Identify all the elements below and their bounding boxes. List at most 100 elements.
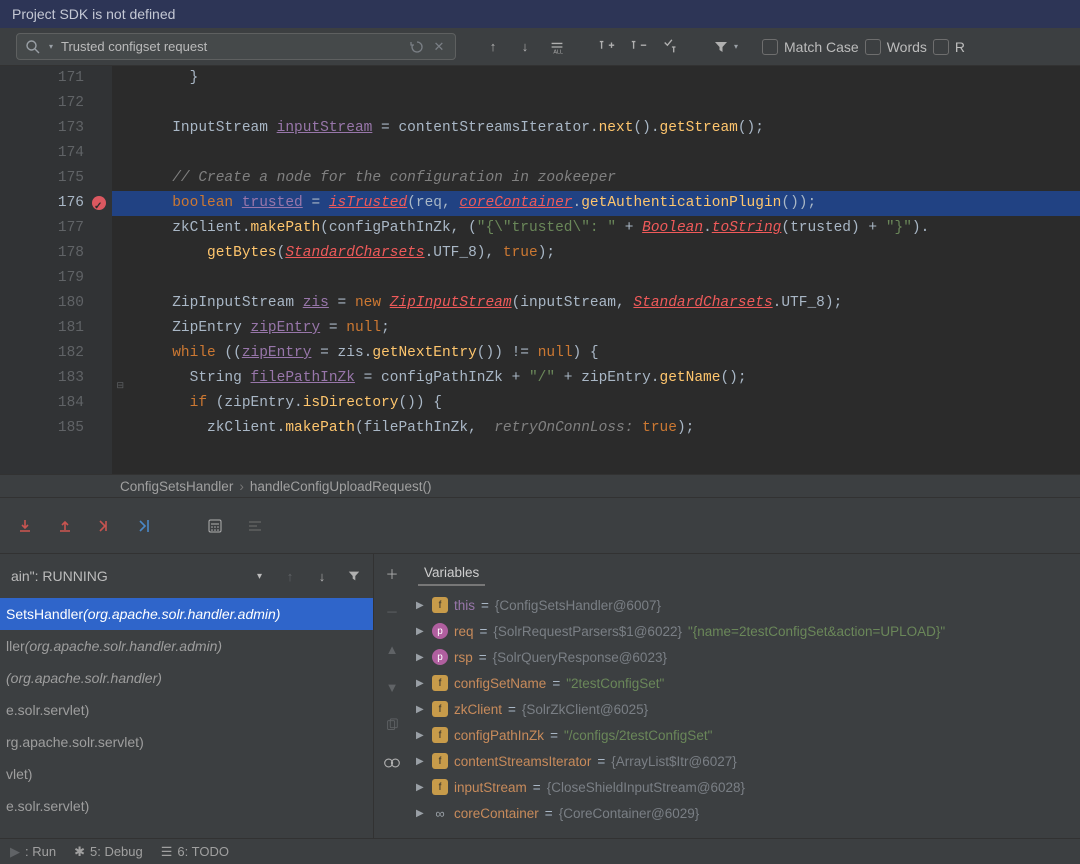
code-line[interactable] [112,91,1080,116]
code-line[interactable] [112,266,1080,291]
line-number[interactable]: 171 [0,66,84,91]
regex-checkbox[interactable]: R [933,39,965,55]
code-line[interactable]: // Create a node for the configuration i… [112,166,1080,191]
remove-selection-button[interactable] [626,34,652,60]
line-number[interactable]: 179 [0,266,84,291]
list-icon: ☰ [161,844,173,860]
frame-down-button[interactable]: ↓ [309,563,335,589]
select-all-button[interactable]: ALL [544,34,570,60]
code-line[interactable]: zkClient.makePath(configPathInZk, ("{\"t… [112,216,1080,241]
expand-icon[interactable]: ▶ [416,756,426,767]
frame-row[interactable]: (org.apache.solr.handler) [0,662,373,694]
variables-tab[interactable]: Variables [410,554,1080,586]
code-line[interactable]: boolean trusted = isTrusted(req, coreCon… [112,191,1080,216]
line-number[interactable]: 185 [0,416,84,441]
variable-row[interactable]: ▶f inputStream = {CloseShieldInputStream… [410,774,1080,800]
code-line[interactable] [112,141,1080,166]
frame-row[interactable]: SetsHandler (org.apache.solr.handler.adm… [0,598,373,630]
run-to-cursor-icon[interactable] [134,515,156,537]
history-icon[interactable] [409,39,425,55]
chevron-down-icon[interactable]: ▾ [47,39,55,55]
editor-code[interactable]: } InputStream inputStream = contentStrea… [112,66,1080,474]
line-number[interactable]: 182 [0,341,84,366]
frame-row[interactable]: e.solr.servlet) [0,790,373,822]
line-number[interactable]: 173 [0,116,84,141]
variable-row[interactable]: ▶f configSetName = "2testConfigSet" [410,670,1080,696]
add-watch-button[interactable]: ＋ [379,560,405,586]
expand-icon[interactable]: ▶ [416,808,426,819]
thread-selector[interactable]: ain": RUNNING ▾ [6,562,271,590]
frames-list[interactable]: SetsHandler (org.apache.solr.handler.adm… [0,598,373,822]
line-number[interactable]: 180 [0,291,84,316]
variable-row[interactable]: ▶f contentStreamsIterator = {ArrayList$I… [410,748,1080,774]
variables-panel: ＋ － ▲ ▼ Variables ▶f this = {ConfigSetsH… [374,554,1080,838]
expand-icon[interactable]: ▶ [416,626,426,637]
code-line[interactable]: } [112,66,1080,91]
select-all-occurrences-button[interactable] [658,34,684,60]
code-line[interactable]: zkClient.makePath(filePathInZk, retryOnC… [112,416,1080,441]
expand-icon[interactable]: ▶ [416,730,426,741]
add-selection-button[interactable] [594,34,620,60]
variables-list[interactable]: ▶f this = {ConfigSetsHandler@6007}▶p req… [410,586,1080,826]
variable-row[interactable]: ▶p req = {SolrRequestParsers$1@6022} "{n… [410,618,1080,644]
step-out-icon[interactable] [54,515,76,537]
frame-up-button[interactable]: ↑ [277,563,303,589]
editor-breadcrumb[interactable]: ConfigSetsHandler › handleConfigUploadRe… [0,474,1080,498]
variable-row[interactable]: ▶p rsp = {SolrQueryResponse@6023} [410,644,1080,670]
prev-occurrence-button[interactable]: ↑ [480,34,506,60]
code-line[interactable]: getBytes(StandardCharsets.UTF_8), true); [112,241,1080,266]
code-line[interactable]: InputStream inputStream = contentStreams… [112,116,1080,141]
chevron-down-icon[interactable]: ▾ [734,42,738,51]
calculator-icon[interactable] [204,515,226,537]
todo-tab[interactable]: ☰6: TODO [161,844,229,860]
code-line[interactable]: String filePathInZk = configPathInZk + "… [112,366,1080,391]
variable-row[interactable]: ▶f configPathInZk = "/configs/2testConfi… [410,722,1080,748]
variable-row[interactable]: ▶∞ coreContainer = {CoreContainer@6029} [410,800,1080,826]
next-occurrence-button[interactable]: ↓ [512,34,538,60]
remove-watch-button: － [379,598,405,624]
bug-icon: ✱ [74,844,85,860]
variable-row[interactable]: ▶f this = {ConfigSetsHandler@6007} [410,592,1080,618]
line-number[interactable]: 175 [0,166,84,191]
search-box[interactable]: ▾ ✕ [16,33,456,60]
clear-search-icon[interactable]: ✕ [431,39,447,55]
search-input[interactable] [61,39,403,54]
line-number[interactable]: 177 [0,216,84,241]
code-line[interactable]: while ((zipEntry = zis.getNextEntry()) !… [112,341,1080,366]
code-line[interactable]: if (zipEntry.isDirectory()) { [112,391,1080,416]
expand-icon[interactable]: ▶ [416,782,426,793]
frame-row[interactable]: ller (org.apache.solr.handler.admin) [0,630,373,662]
frame-row[interactable]: vlet) [0,758,373,790]
run-tab[interactable]: ▶: Run [10,844,56,860]
frame-filter-button[interactable] [341,563,367,589]
frame-row[interactable]: e.solr.servlet) [0,694,373,726]
expand-icon[interactable]: ▶ [416,652,426,663]
line-number[interactable]: 184 [0,391,84,416]
breadcrumb-method[interactable]: handleConfigUploadRequest() [250,479,432,494]
line-number[interactable]: 178 [0,241,84,266]
line-number[interactable]: 176 [0,191,84,216]
frame-row[interactable]: rg.apache.solr.servlet) [0,726,373,758]
editor-gutter[interactable]: 171172173174175176177178179180181182⊟183… [0,66,112,474]
code-line[interactable]: ZipEntry zipEntry = null; [112,316,1080,341]
line-number[interactable]: 181 [0,316,84,341]
drop-frame-icon[interactable] [94,515,116,537]
line-number[interactable]: 183 [0,366,84,391]
expand-icon[interactable]: ▶ [416,704,426,715]
line-number[interactable]: 172 [0,91,84,116]
debug-tab[interactable]: ✱5: Debug [74,844,143,860]
line-number[interactable]: 174 [0,141,84,166]
step-into-icon[interactable] [14,515,36,537]
show-watches-button[interactable] [379,750,405,776]
code-line[interactable]: ZipInputStream zis = new ZipInputStream(… [112,291,1080,316]
expand-icon[interactable]: ▶ [416,678,426,689]
sdk-warning-bar: Project SDK is not defined [0,0,1080,28]
breakpoint-icon[interactable] [92,196,106,210]
filter-button[interactable] [708,34,734,60]
breadcrumb-class[interactable]: ConfigSetsHandler [120,479,233,494]
variable-row[interactable]: ▶f zkClient = {SolrZkClient@6025} [410,696,1080,722]
editor[interactable]: 171172173174175176177178179180181182⊟183… [0,66,1080,474]
match-case-checkbox[interactable]: Match Case [762,39,859,55]
words-checkbox[interactable]: Words [865,39,927,55]
expand-icon[interactable]: ▶ [416,600,426,611]
